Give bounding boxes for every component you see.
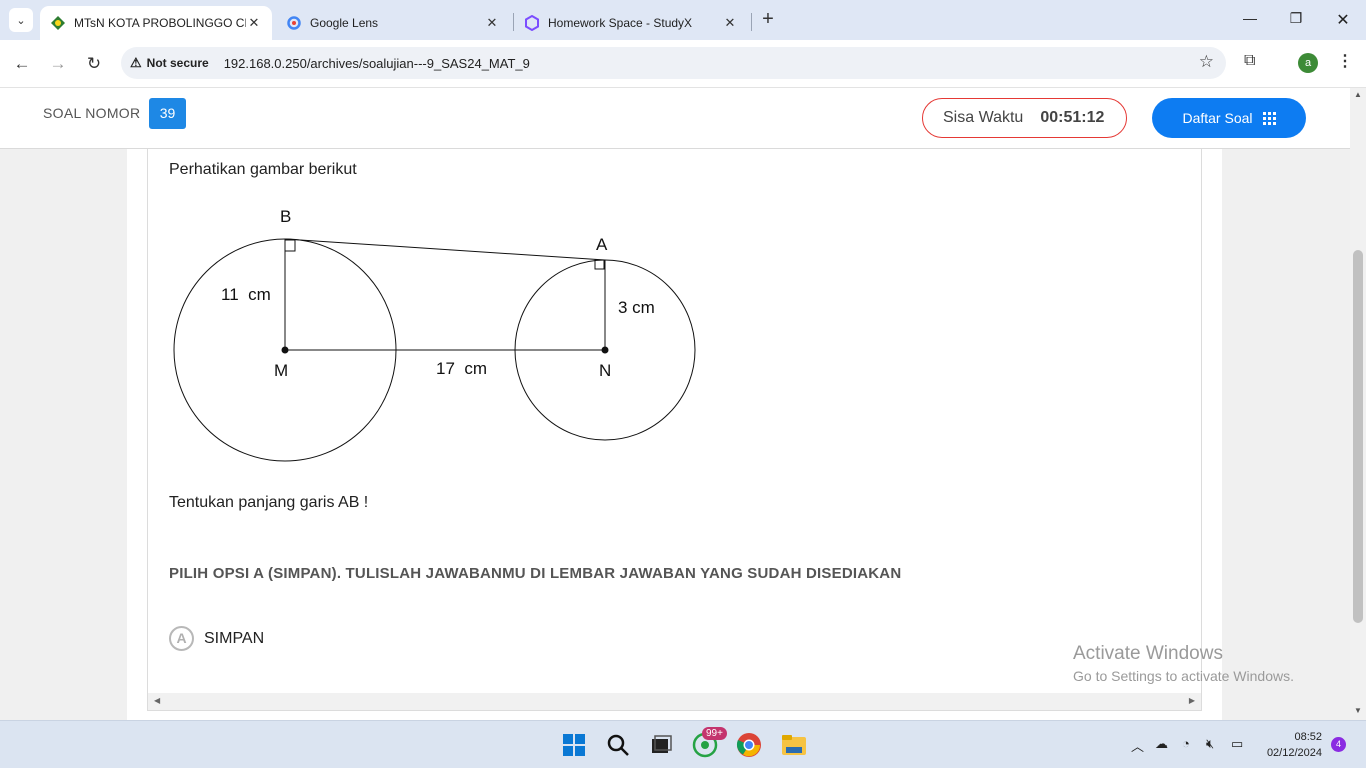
grid-icon (1262, 111, 1276, 125)
scroll-right-icon[interactable]: ▶ (1189, 696, 1195, 705)
scroll-up-icon[interactable]: ▲ (1354, 90, 1362, 99)
bookmark-star-icon[interactable]: ☆ (1199, 52, 1214, 72)
tab-title: Homework Space - StudyX (548, 16, 693, 30)
option-a[interactable]: A SIMPAN (169, 626, 264, 651)
file-explorer-icon[interactable] (780, 731, 808, 759)
option-text: SIMPAN (204, 629, 265, 647)
label-distance: 17 cm (436, 359, 487, 378)
tab-title: MTsN KOTA PROBOLINGGO CB (74, 16, 246, 30)
url-text[interactable]: 192.168.0.250/archives/soalujian---9_SAS… (224, 56, 530, 71)
address-bar[interactable]: ⚠ Not secure 192.168.0.250/archives/soal… (121, 47, 1226, 79)
watermark-subtitle: Go to Settings to activate Windows. (1073, 668, 1294, 684)
chrome-icon[interactable] (735, 731, 763, 759)
security-indicator[interactable]: ⚠ Not secure (130, 55, 209, 71)
timer-value: 00:51:12 (1040, 109, 1105, 126)
center-n (601, 346, 609, 354)
exam-header: SOAL NOMOR 39 Sisa Waktu 00:51:12 Daftar… (0, 88, 1350, 149)
label-radius-small: 3 cm (618, 298, 655, 317)
label-radius-big: 11 cm (221, 285, 271, 304)
minimize-button[interactable]: — (1240, 10, 1260, 26)
horizontal-scrollbar[interactable]: ◀ ▶ (148, 693, 1201, 710)
tab-mtsn[interactable]: MTsN KOTA PROBOLINGGO CB ✕ (40, 6, 272, 40)
taskbar: 99+ ︿ ☁ ◔ 🔇︎ ▭ 08:52 02/12/2024 4 (0, 720, 1366, 768)
battery-icon[interactable]: ▭ (1231, 736, 1243, 752)
tab-strip: ⌄ MTsN KOTA PROBOLINGGO CB ✕ Google Lens… (0, 0, 1366, 40)
tab-search-button[interactable]: ⌄ (9, 8, 33, 32)
question-number-badge: 39 (149, 98, 186, 129)
chevron-up-icon[interactable]: ︿ (1131, 736, 1144, 755)
school-logo-icon (50, 15, 66, 31)
right-angle-b (284, 239, 296, 252)
close-icon[interactable]: ✕ (484, 15, 500, 31)
studyx-icon (524, 14, 540, 32)
scroll-left-icon[interactable]: ◀ (154, 696, 160, 705)
back-button[interactable]: ← (10, 52, 34, 76)
timer-box: Sisa Waktu 00:51:12 (922, 98, 1127, 138)
network-disconnected-icon[interactable]: ☁ (1155, 736, 1168, 752)
clock-time: 08:52 (1294, 731, 1322, 743)
volume-muted-icon[interactable]: 🔇︎ (1206, 736, 1214, 752)
scrollbar-thumb[interactable] (1353, 250, 1363, 623)
option-letter[interactable]: A (169, 626, 194, 651)
page-scrollbar[interactable]: ▲ ▼ (1350, 88, 1366, 720)
menu-icon[interactable]: ⋮ (1337, 51, 1353, 71)
notification-badge[interactable]: 4 (1331, 737, 1346, 752)
label-n: N (599, 361, 611, 380)
question-number-label: SOAL NOMOR (43, 105, 141, 121)
question-card: Perhatikan gambar berikut B A M N 11 cm … (147, 149, 1202, 711)
center-m (281, 346, 289, 354)
label-b: B (280, 207, 291, 226)
tab-title: Google Lens (310, 16, 379, 30)
warning-icon: ⚠ (130, 55, 142, 70)
forward-button[interactable]: → (46, 52, 70, 76)
label-a: A (596, 235, 608, 254)
question-area: Perhatikan gambar berikut B A M N 11 cm … (127, 149, 1222, 720)
timer-label: Sisa Waktu (943, 109, 1024, 126)
wifi-icon[interactable]: ◔ (1182, 736, 1190, 751)
system-clock[interactable]: 08:52 02/12/2024 (1260, 729, 1322, 761)
right-angle-a (594, 259, 605, 270)
question-instruction: PILIH OPSI A (SIMPAN). TULISLAH JAWABANM… (169, 565, 902, 582)
question-list-label: Daftar Soal (1182, 110, 1253, 126)
reload-button[interactable]: ↻ (82, 52, 106, 76)
windows-start-icon[interactable] (560, 731, 588, 759)
question-intro: Perhatikan gambar berikut (169, 161, 357, 178)
new-tab-button[interactable]: + (758, 9, 778, 31)
tab-google-lens[interactable]: Google Lens ✕ (276, 6, 510, 40)
circles-figure: B A M N 11 cm 3 cm 17 cm (168, 199, 728, 474)
close-window-button[interactable]: ✕ (1333, 10, 1353, 30)
scroll-down-icon[interactable]: ▼ (1354, 706, 1362, 715)
google-lens-icon (286, 15, 302, 31)
close-icon[interactable]: ✕ (722, 15, 738, 31)
chevron-down-icon: ⌄ (16, 14, 26, 27)
search-icon[interactable] (604, 731, 632, 759)
tab-studyx[interactable]: Homework Space - StudyX ✕ (514, 6, 748, 40)
restore-button[interactable]: ❐ (1286, 10, 1306, 27)
whatsapp-badge: 99+ (702, 727, 727, 740)
question-text: Tentukan panjang garis AB ! (169, 494, 369, 511)
clock-date: 02/12/2024 (1266, 747, 1322, 759)
label-m: M (274, 361, 288, 380)
profile-avatar[interactable]: a (1298, 53, 1318, 73)
browser-toolbar: ← → ↻ ⚠ Not secure 192.168.0.250/archive… (0, 40, 1366, 88)
tab-separator (751, 13, 752, 31)
activate-windows-watermark: Activate Windows Go to Settings to activ… (1073, 643, 1294, 684)
question-list-button[interactable]: Daftar Soal (1152, 98, 1306, 138)
extensions-icon[interactable]: ⧉ (1244, 52, 1255, 70)
watermark-title: Activate Windows (1073, 643, 1223, 664)
close-icon[interactable]: ✕ (246, 15, 262, 31)
task-view-icon[interactable] (647, 731, 675, 759)
security-label: Not secure (146, 56, 209, 70)
